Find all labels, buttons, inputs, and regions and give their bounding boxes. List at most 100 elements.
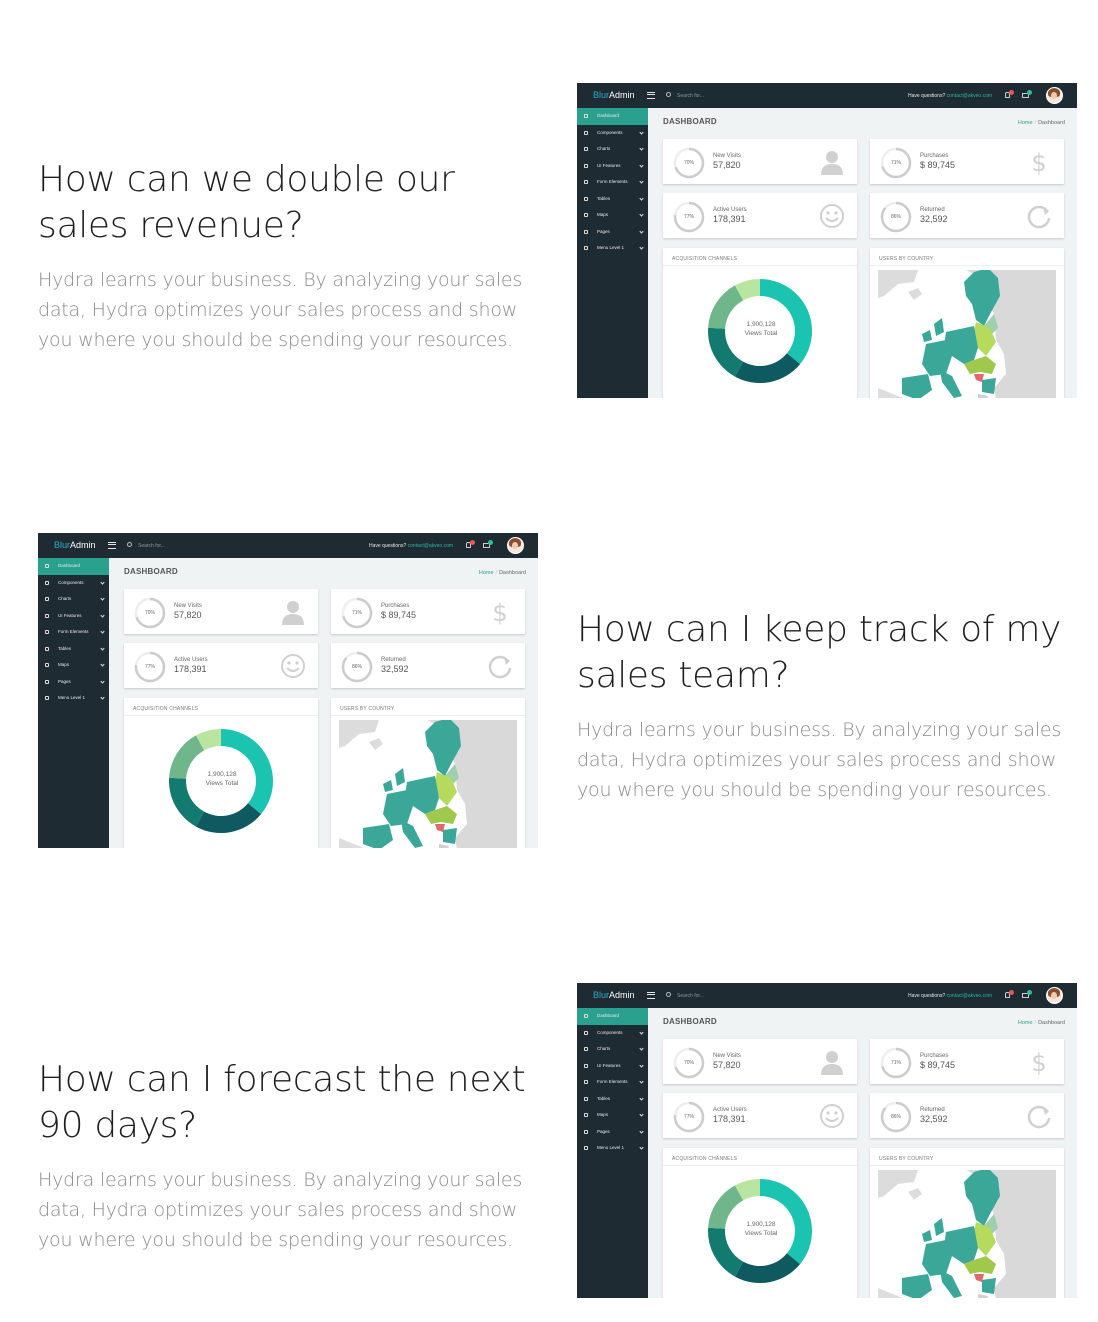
chevron-down-icon [639,1079,644,1084]
stat-value: 178,391 [713,1114,746,1124]
message-badge [1027,990,1032,995]
search-input[interactable]: Search for... [677,993,704,999]
sidebar-item-form-elements[interactable]: Form Elements [577,1074,648,1091]
nav-icon [584,1047,588,1051]
dashboard-screenshot: BlurAdmin Search for... Have questions? … [577,983,1077,1298]
brand-logo[interactable]: BlurAdmin [54,540,96,550]
stat-value: 178,391 [174,664,207,674]
sidebar-item-maps[interactable]: Maps [38,657,109,674]
sidebar-item-label: Maps [58,662,70,667]
stat-label: Purchases [920,1053,949,1059]
stat-card-active-users: 77% Active Users 178,391 [663,1093,857,1138]
avatar[interactable] [1046,987,1063,1004]
avatar[interactable] [507,537,524,554]
sidebar-item-dashboard[interactable]: Dashboard [38,558,109,575]
sidebar-item-label: Charts [597,1046,611,1051]
feature-section-3: How can I forecast the next 90 days? Hyd… [0,0,1098,1298]
users-by-country-card: USERS BY COUNTRY [870,1148,1064,1298]
feature-heading: How can I forecast the next 90 days? [38,1059,526,1146]
sidebar-item-maps[interactable]: Maps [577,1107,648,1124]
acquisition-channels-card: ACQUISITION CHANNELS 1,900,128 Views Tota… [124,698,318,848]
nav-icon [45,613,49,618]
card-title: ACQUISITION CHANNELS [133,706,199,712]
stat-label: New Visits [713,1053,741,1059]
sidebar-item-form-elements[interactable]: Form Elements [38,624,109,641]
menu-toggle-icon[interactable] [108,542,116,549]
chevron-down-icon [639,1046,644,1051]
sidebar-item-menu-level-1[interactable]: Menu Level 1 [577,1140,648,1157]
sidebar-item-label: Pages [58,678,71,684]
stat-card-new-visits: 70% New Visits 57,820 [663,1039,857,1084]
sidebar-item-label: Form Elements [58,629,89,634]
stat-percent: 71% [351,610,362,616]
sidebar-item-pages[interactable]: Pages [577,1124,648,1141]
sidebar: Dashboard Components Charts UI Features Form… [577,1008,648,1298]
person-icon [282,601,304,625]
sidebar-item-tables[interactable]: Tables [38,641,109,658]
donut-segment[interactable] [195,803,262,833]
dollar-icon: $ [1031,1049,1046,1075]
europe-map [878,1170,1056,1298]
message-badge [488,540,493,545]
refresh-icon [488,655,512,679]
card-title: ACQUISITION CHANNELS [672,1156,738,1162]
sidebar-item-menu-level-1[interactable]: Menu Level 1 [38,690,109,707]
chevron-down-icon [100,612,105,618]
search-input[interactable]: Search for... [138,543,165,549]
search-icon [127,542,132,547]
sidebar-item-components[interactable]: Components [38,575,109,592]
sidebar-item-label: Tables [58,645,72,651]
sidebar-item-charts[interactable]: Charts [577,1041,648,1058]
chevron-down-icon [100,662,105,667]
refresh-icon [1027,1105,1051,1129]
breadcrumb-home[interactable]: Home [479,570,494,576]
acquisition-channels-card: ACQUISITION CHANNELS 1,900,128 Views Tota… [663,1148,857,1298]
contact-text: Have questions? contact@akveo.com [908,993,993,999]
nav-icon [45,696,49,700]
stat-percent: 70% [683,1060,694,1066]
page-title: DASHBOARD [124,567,178,576]
stat-card-active-users: 77% Active Users 178,391 [124,643,318,688]
chevron-down-icon [639,1062,644,1068]
stat-card-purchases: 71% Purchases $ 89,745 $ [331,589,525,634]
contact-link[interactable]: contact@akveo.com [408,543,453,549]
sidebar-item-ui-features[interactable]: UI Features [38,608,109,625]
donut-label: Views Total [744,1230,778,1237]
europe-map [339,720,517,848]
stat-percent: 70% [144,610,155,616]
stat-value: 57,820 [713,1060,741,1070]
donut-segment[interactable] [734,1253,801,1283]
donut-center-text: 1,900,128 Views Total [701,1220,821,1238]
nav-icon [584,1080,588,1084]
sidebar-item-tables[interactable]: Tables [577,1091,648,1108]
chevron-down-icon [100,579,105,585]
stat-percent: 77% [144,664,155,670]
sidebar-item-pages[interactable]: Pages [38,674,109,691]
chevron-down-icon [100,645,105,651]
sidebar-item-ui-features[interactable]: UI Features [577,1058,648,1075]
sidebar-item-label: Dashboard [597,1013,620,1018]
chevron-down-icon [639,1145,644,1150]
nav-icon [584,1014,588,1018]
breadcrumb-current: Dashboard [1038,1020,1065,1026]
feature-text-3: How can I forecast the next 90 days? Hyd… [38,1057,538,1255]
sidebar-item-components[interactable]: Components [577,1025,648,1042]
sidebar-item-label: UI Features [597,1062,621,1068]
sidebar-item-charts[interactable]: Charts [38,591,109,608]
chevron-down-icon [639,1029,644,1035]
donut-segment[interactable] [734,353,801,383]
chevron-down-icon [100,629,105,634]
nav-icon [45,564,49,568]
notification-badge [470,540,475,545]
donut-center-text: 1,900,128 Views Total [162,770,282,788]
breadcrumb-home[interactable]: Home [1018,1020,1033,1026]
brand-logo[interactable]: BlurAdmin [593,990,635,1000]
contact-link[interactable]: contact@akveo.com [947,993,992,999]
menu-toggle-icon[interactable] [647,992,655,999]
feature-body: Hydra learns your business. By analyzing… [38,1169,523,1251]
stat-card-purchases: 71% Purchases $ 89,745 $ [870,1039,1064,1084]
donut-value: 1,900,128 [746,1221,776,1228]
sidebar-item-dashboard[interactable]: Dashboard [577,1008,648,1025]
sidebar-item-label: Components [58,579,84,585]
stat-value: $ 89,745 [381,610,417,620]
